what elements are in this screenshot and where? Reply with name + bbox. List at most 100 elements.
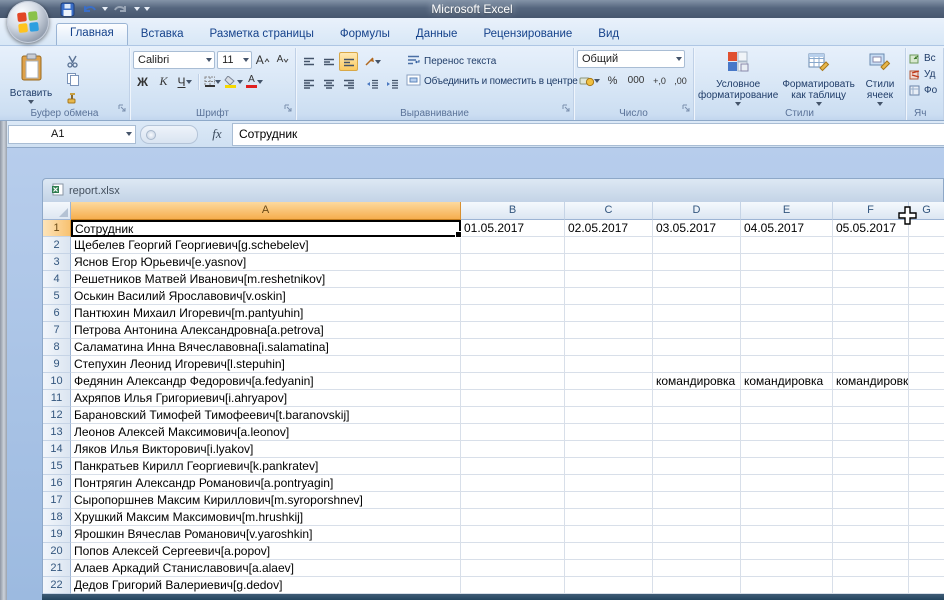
cell-F6[interactable] <box>833 305 909 322</box>
row-header-19[interactable]: 19 <box>43 526 71 543</box>
cell-E3[interactable] <box>741 254 833 271</box>
cell-F20[interactable] <box>833 543 909 560</box>
cell-F21[interactable] <box>833 560 909 577</box>
cell-E7[interactable] <box>741 322 833 339</box>
col-header-d[interactable]: D <box>653 202 741 220</box>
tab-page-layout[interactable]: Разметка страницы <box>197 24 327 45</box>
col-header-c[interactable]: C <box>565 202 653 220</box>
cell-D3[interactable] <box>653 254 741 271</box>
cell-A1[interactable]: Сотрудник <box>71 220 461 237</box>
row-header-1[interactable]: 1 <box>43 220 71 237</box>
cell-D1[interactable]: 03.05.2017 <box>653 220 741 237</box>
cell-A17[interactable]: Сыропоршнев Максим Кириллович[m.syropors… <box>71 492 461 509</box>
cell-D6[interactable] <box>653 305 741 322</box>
cell-D14[interactable] <box>653 441 741 458</box>
copy-button[interactable] <box>63 71 82 87</box>
shrink-font-button[interactable]: А <box>274 50 292 69</box>
cell-G3[interactable] <box>909 254 944 271</box>
row-header-8[interactable]: 8 <box>43 339 71 356</box>
row-header-4[interactable]: 4 <box>43 271 71 288</box>
cell-D22[interactable] <box>653 577 741 594</box>
cell-A16[interactable]: Понтрягин Александр Романович[a.pontryag… <box>71 475 461 492</box>
cell-B21[interactable] <box>461 560 565 577</box>
align-bottom-button[interactable] <box>339 52 358 71</box>
percent-button[interactable]: % <box>603 71 622 90</box>
cell-B4[interactable] <box>461 271 565 288</box>
cell-G16[interactable] <box>909 475 944 492</box>
cell-D17[interactable] <box>653 492 741 509</box>
cell-A11[interactable]: Ахряпов Илья Григориевич[i.ahryapov] <box>71 390 461 407</box>
cell-C14[interactable] <box>565 441 653 458</box>
insert-cells-button[interactable]: Вс <box>909 50 940 66</box>
format-cells-button[interactable]: Фо <box>909 82 940 98</box>
cell-C4[interactable] <box>565 271 653 288</box>
cell-A15[interactable]: Панкратьев Кирилл Георгиевич[k.pankratev… <box>71 458 461 475</box>
insert-function-button[interactable]: fx <box>202 124 232 145</box>
cell-B3[interactable] <box>461 254 565 271</box>
col-header-b[interactable]: B <box>461 202 565 220</box>
col-header-a[interactable]: A <box>71 202 461 220</box>
cell-D4[interactable] <box>653 271 741 288</box>
cell-C7[interactable] <box>565 322 653 339</box>
tab-review[interactable]: Рецензирование <box>470 24 585 45</box>
cell-D20[interactable] <box>653 543 741 560</box>
office-button[interactable] <box>7 1 49 43</box>
cell-C1[interactable]: 02.05.2017 <box>565 220 653 237</box>
fill-color-button[interactable] <box>224 72 243 91</box>
name-box-dropdown-icon[interactable] <box>126 132 132 136</box>
cell-E10[interactable]: командировка <box>741 373 833 390</box>
cell-B16[interactable] <box>461 475 565 492</box>
cell-E22[interactable] <box>741 577 833 594</box>
wrap-text-button[interactable]: Перенос текста <box>406 54 587 69</box>
cell-F10[interactable]: командировка <box>833 373 909 390</box>
align-middle-button[interactable] <box>319 52 338 71</box>
cell-F14[interactable] <box>833 441 909 458</box>
cell-B6[interactable] <box>461 305 565 322</box>
cell-C6[interactable] <box>565 305 653 322</box>
cell-G10[interactable] <box>909 373 944 390</box>
cell-C17[interactable] <box>565 492 653 509</box>
row-header-21[interactable]: 21 <box>43 560 71 577</box>
cell-D13[interactable] <box>653 424 741 441</box>
cell-E11[interactable] <box>741 390 833 407</box>
format-as-table-button[interactable]: Форматировать как таблицу <box>781 50 856 106</box>
row-header-18[interactable]: 18 <box>43 509 71 526</box>
cell-A22[interactable]: Дедов Григорий Валериевич[g.dedov] <box>71 577 461 594</box>
orientation-button[interactable] <box>363 52 382 71</box>
font-size-select[interactable]: 11 <box>217 51 252 69</box>
cell-E12[interactable] <box>741 407 833 424</box>
cell-G17[interactable] <box>909 492 944 509</box>
row-header-15[interactable]: 15 <box>43 458 71 475</box>
comma-style-button[interactable]: 000 <box>624 71 648 90</box>
cell-E6[interactable] <box>741 305 833 322</box>
cell-B5[interactable] <box>461 288 565 305</box>
cell-C13[interactable] <box>565 424 653 441</box>
tab-home[interactable]: Главная <box>56 23 128 45</box>
cell-G21[interactable] <box>909 560 944 577</box>
name-box[interactable]: A1 <box>8 125 136 144</box>
cell-E15[interactable] <box>741 458 833 475</box>
cell-D15[interactable] <box>653 458 741 475</box>
cell-A3[interactable]: Яснов Егор Юрьевич[e.yasnov] <box>71 254 461 271</box>
cell-E1[interactable]: 04.05.2017 <box>741 220 833 237</box>
cell-B20[interactable] <box>461 543 565 560</box>
alignment-dialog-launcher-icon[interactable] <box>562 100 571 118</box>
number-format-select[interactable]: Общий <box>577 50 685 68</box>
paste-button[interactable]: Вставить <box>3 50 59 106</box>
cell-A2[interactable]: Щебелев Георгий Георгиевич[g.schebelev] <box>71 237 461 254</box>
underline-button[interactable]: Ч <box>175 72 194 91</box>
row-header-7[interactable]: 7 <box>43 322 71 339</box>
cell-E18[interactable] <box>741 509 833 526</box>
cell-C12[interactable] <box>565 407 653 424</box>
cell-B15[interactable] <box>461 458 565 475</box>
select-all-button[interactable] <box>43 202 71 220</box>
cell-G20[interactable] <box>909 543 944 560</box>
accounting-format-button[interactable] <box>577 71 601 90</box>
cut-button[interactable] <box>63 53 82 69</box>
cell-B22[interactable] <box>461 577 565 594</box>
cell-A12[interactable]: Барановский Тимофей Тимофеевич[t.baranov… <box>71 407 461 424</box>
cell-B13[interactable] <box>461 424 565 441</box>
row-header-10[interactable]: 10 <box>43 373 71 390</box>
cell-A10[interactable]: Федянин Александр Федорович[a.fedyanin] <box>71 373 461 390</box>
cell-D8[interactable] <box>653 339 741 356</box>
